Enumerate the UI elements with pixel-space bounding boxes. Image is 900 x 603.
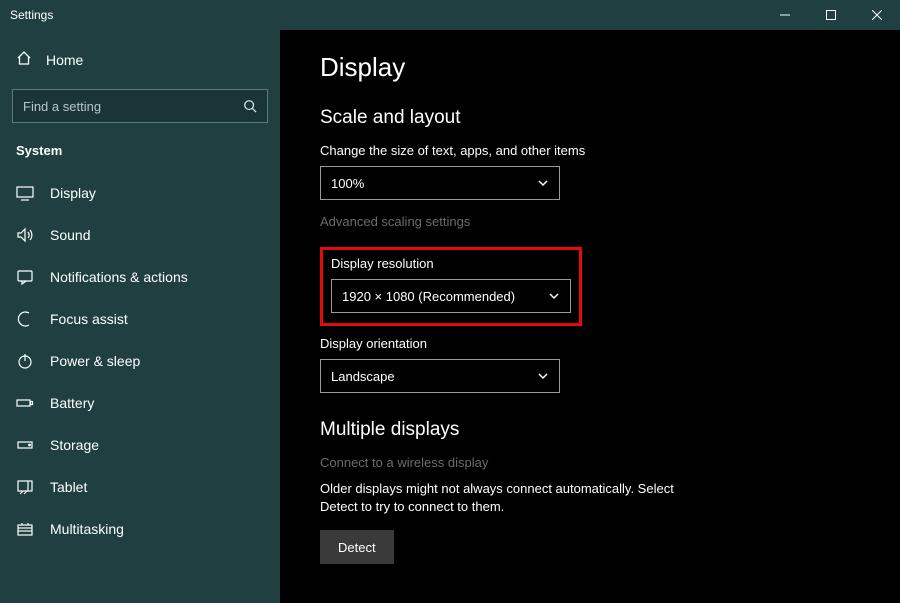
tablet-icon <box>16 478 34 496</box>
advanced-scaling-link[interactable]: Advanced scaling settings <box>320 214 860 229</box>
resolution-highlight: Display resolution 1920 × 1080 (Recommen… <box>320 247 582 326</box>
sidebar-nav: Display Sound Notifications & actions Fo… <box>0 172 280 550</box>
maximize-button[interactable] <box>808 0 854 30</box>
sidebar-item-label: Display <box>50 185 96 201</box>
orientation-label: Display orientation <box>320 336 860 351</box>
sidebar-item-battery[interactable]: Battery <box>0 382 280 424</box>
scale-section-title: Scale and layout <box>320 107 860 129</box>
sidebar-item-multitasking[interactable]: Multitasking <box>0 508 280 550</box>
display-icon <box>16 184 34 202</box>
sidebar-item-label: Notifications & actions <box>50 269 188 285</box>
sidebar-item-label: Power & sleep <box>50 353 140 369</box>
power-icon <box>16 352 34 370</box>
resolution-label: Display resolution <box>331 256 571 271</box>
focus-assist-icon <box>16 310 34 328</box>
notifications-icon <box>16 268 34 286</box>
wireless-display-link[interactable]: Connect to a wireless display <box>320 455 860 470</box>
battery-icon <box>16 394 34 412</box>
sidebar-item-label: Tablet <box>50 479 87 495</box>
titlebar: Settings <box>0 0 900 30</box>
sidebar-item-sound[interactable]: Sound <box>0 214 280 256</box>
sidebar-item-display[interactable]: Display <box>0 172 280 214</box>
orientation-value: Landscape <box>331 369 395 384</box>
multitasking-icon <box>16 520 34 538</box>
sidebar-item-label: Storage <box>50 437 99 453</box>
sidebar: Home System Display Sound <box>0 30 280 603</box>
minimize-button[interactable] <box>762 0 808 30</box>
multiple-displays-title: Multiple displays <box>320 419 860 441</box>
home-icon <box>16 50 32 69</box>
home-label: Home <box>46 52 83 68</box>
storage-icon <box>16 436 34 454</box>
search-icon <box>243 99 257 113</box>
scale-select[interactable]: 100% <box>320 166 560 200</box>
sidebar-item-label: Multitasking <box>50 521 124 537</box>
sidebar-item-power-sleep[interactable]: Power & sleep <box>0 340 280 382</box>
close-button[interactable] <box>854 0 900 30</box>
content-area: Display Scale and layout Change the size… <box>280 30 900 603</box>
sidebar-item-label: Sound <box>50 227 90 243</box>
orientation-select[interactable]: Landscape <box>320 359 560 393</box>
home-link[interactable]: Home <box>0 38 280 81</box>
detect-button[interactable]: Detect <box>320 530 394 564</box>
sidebar-item-storage[interactable]: Storage <box>0 424 280 466</box>
search-input[interactable] <box>12 89 268 123</box>
sidebar-item-notifications[interactable]: Notifications & actions <box>0 256 280 298</box>
window-title: Settings <box>0 8 53 22</box>
page-title: Display <box>320 52 860 83</box>
sidebar-item-label: Battery <box>50 395 94 411</box>
resolution-select[interactable]: 1920 × 1080 (Recommended) <box>331 279 571 313</box>
detect-description: Older displays might not always connect … <box>320 480 700 516</box>
sound-icon <box>16 226 34 244</box>
sidebar-section-title: System <box>0 137 280 172</box>
sidebar-item-tablet[interactable]: Tablet <box>0 466 280 508</box>
sidebar-item-label: Focus assist <box>50 311 128 327</box>
chevron-down-icon <box>537 370 549 382</box>
chevron-down-icon <box>537 177 549 189</box>
scale-label: Change the size of text, apps, and other… <box>320 143 860 158</box>
chevron-down-icon <box>548 290 560 302</box>
scale-value: 100% <box>331 176 364 191</box>
sidebar-item-focus-assist[interactable]: Focus assist <box>0 298 280 340</box>
search-field[interactable] <box>23 99 243 114</box>
resolution-value: 1920 × 1080 (Recommended) <box>342 289 515 304</box>
